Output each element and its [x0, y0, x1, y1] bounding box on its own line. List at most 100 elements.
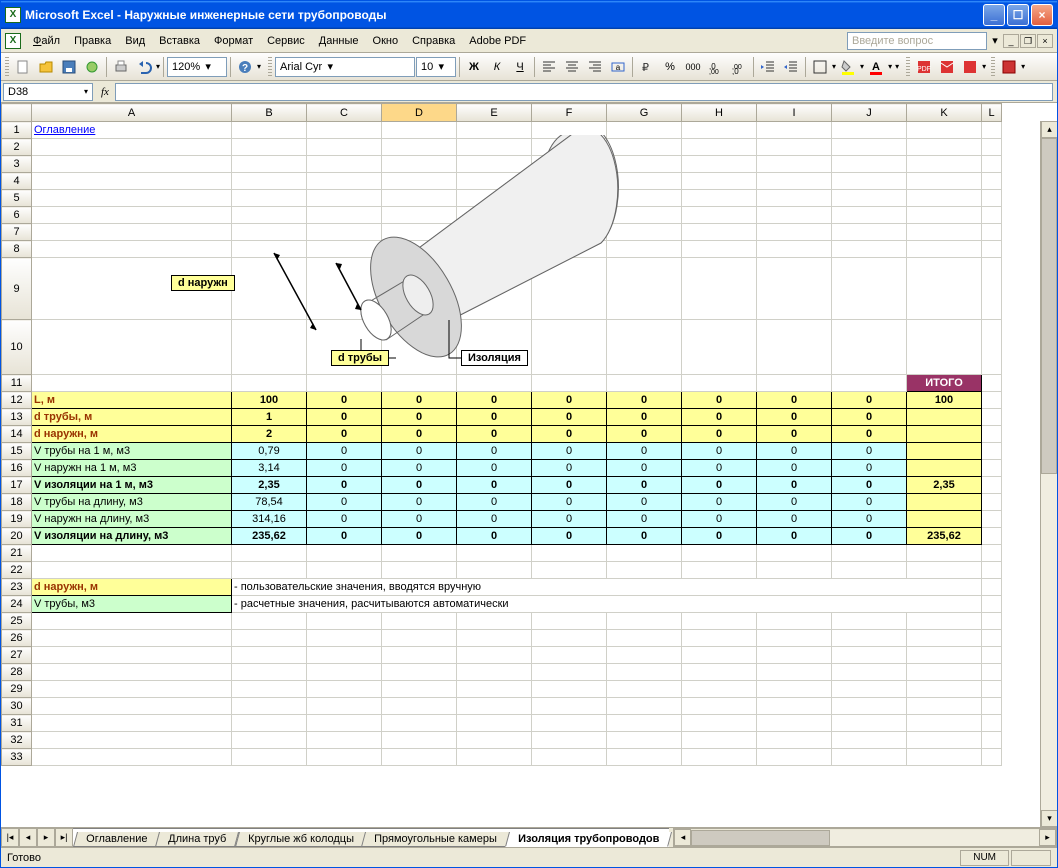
cell[interactable] [32, 732, 232, 749]
cell[interactable] [232, 375, 307, 392]
row-header[interactable]: 27 [2, 647, 32, 664]
cell[interactable] [532, 715, 607, 732]
cell[interactable] [307, 698, 382, 715]
cell[interactable] [682, 715, 757, 732]
col-C[interactable]: C [307, 104, 382, 122]
cell[interactable] [232, 207, 307, 224]
cell[interactable]: 0 [607, 528, 682, 545]
extra-options-icon[interactable]: ▾ [1021, 62, 1025, 71]
cell[interactable] [682, 122, 757, 139]
save-button[interactable] [58, 56, 80, 78]
doc-restore-button[interactable]: ❐ [1020, 34, 1036, 48]
cell[interactable] [32, 156, 232, 173]
cell[interactable]: 0 [382, 409, 457, 426]
cell[interactable] [907, 190, 982, 207]
cell[interactable]: d наружн, м [32, 426, 232, 443]
cell[interactable]: 0 [757, 460, 832, 477]
cell[interactable]: 0 [757, 477, 832, 494]
cell[interactable] [307, 122, 382, 139]
cell[interactable]: 0 [307, 494, 382, 511]
cell[interactable] [907, 443, 982, 460]
cell[interactable] [382, 749, 457, 766]
fill-color-button[interactable] [837, 56, 859, 78]
row-header[interactable]: 14 [2, 426, 32, 443]
cell[interactable] [457, 241, 532, 258]
cell[interactable]: 0 [607, 477, 682, 494]
cell[interactable] [32, 375, 232, 392]
cell[interactable]: V наружн на длину, м3 [32, 511, 232, 528]
cell[interactable] [982, 698, 1002, 715]
cell[interactable] [907, 207, 982, 224]
cell[interactable] [457, 732, 532, 749]
italic-button[interactable]: К [486, 56, 508, 78]
cell[interactable] [532, 224, 607, 241]
scroll-up-button[interactable]: ▴ [1041, 121, 1057, 138]
cell[interactable] [457, 139, 532, 156]
row-header[interactable]: 1 [2, 122, 32, 139]
row-header[interactable]: 33 [2, 749, 32, 766]
cell[interactable] [32, 320, 232, 375]
cell[interactable] [307, 375, 382, 392]
cell[interactable]: 0 [457, 528, 532, 545]
cell[interactable]: 0 [382, 426, 457, 443]
cell[interactable] [757, 545, 832, 562]
cell[interactable] [757, 320, 832, 375]
align-right-button[interactable] [584, 56, 606, 78]
cell[interactable]: - пользовательские значения, вводятся вр… [232, 579, 982, 596]
cell[interactable]: 0 [532, 477, 607, 494]
cell[interactable] [382, 190, 457, 207]
cell[interactable] [532, 190, 607, 207]
cell[interactable] [232, 715, 307, 732]
cell[interactable] [232, 647, 307, 664]
cell[interactable] [832, 562, 907, 579]
cell[interactable]: 0 [682, 528, 757, 545]
cell[interactable] [682, 375, 757, 392]
cell[interactable] [457, 207, 532, 224]
cell[interactable] [457, 613, 532, 630]
cell[interactable] [907, 156, 982, 173]
cell[interactable] [532, 173, 607, 190]
row-header[interactable]: 4 [2, 173, 32, 190]
cell[interactable] [982, 613, 1002, 630]
cell[interactable] [832, 545, 907, 562]
increase-indent-button[interactable] [780, 56, 802, 78]
cell[interactable]: L, м [32, 392, 232, 409]
cell[interactable]: 100 [232, 392, 307, 409]
cell[interactable] [907, 681, 982, 698]
cell[interactable] [232, 139, 307, 156]
cell[interactable]: 0 [682, 511, 757, 528]
cell[interactable] [682, 613, 757, 630]
row-header[interactable]: 20 [2, 528, 32, 545]
cell[interactable] [607, 190, 682, 207]
scroll-down-button[interactable]: ▾ [1041, 810, 1057, 827]
underline-button[interactable]: Ч [509, 56, 531, 78]
cell[interactable] [232, 630, 307, 647]
cell[interactable]: 0 [682, 460, 757, 477]
menu-format[interactable]: Формат [208, 33, 259, 49]
cell[interactable] [32, 681, 232, 698]
cell[interactable]: 0 [307, 443, 382, 460]
cell[interactable] [982, 579, 1002, 596]
row-header[interactable]: 19 [2, 511, 32, 528]
cell[interactable] [682, 156, 757, 173]
cell[interactable] [532, 732, 607, 749]
cell[interactable] [907, 241, 982, 258]
row-header[interactable]: 7 [2, 224, 32, 241]
cell[interactable] [607, 320, 682, 375]
horizontal-scrollbar[interactable]: ◂ ▸ [673, 828, 1057, 847]
cell[interactable] [382, 630, 457, 647]
cell[interactable]: d трубы, м [32, 409, 232, 426]
cell[interactable]: - расчетные значения, расчитываются авто… [232, 596, 982, 613]
cell[interactable] [682, 732, 757, 749]
cell[interactable] [907, 224, 982, 241]
scroll-right-button[interactable]: ▸ [1039, 829, 1056, 846]
cell[interactable]: ИТОГО [907, 375, 982, 392]
row-header[interactable]: 29 [2, 681, 32, 698]
cell[interactable] [32, 224, 232, 241]
cell[interactable] [607, 224, 682, 241]
cell[interactable] [832, 698, 907, 715]
extra-button[interactable] [998, 56, 1020, 78]
row-header[interactable]: 6 [2, 207, 32, 224]
cell[interactable] [607, 139, 682, 156]
cell[interactable] [907, 698, 982, 715]
